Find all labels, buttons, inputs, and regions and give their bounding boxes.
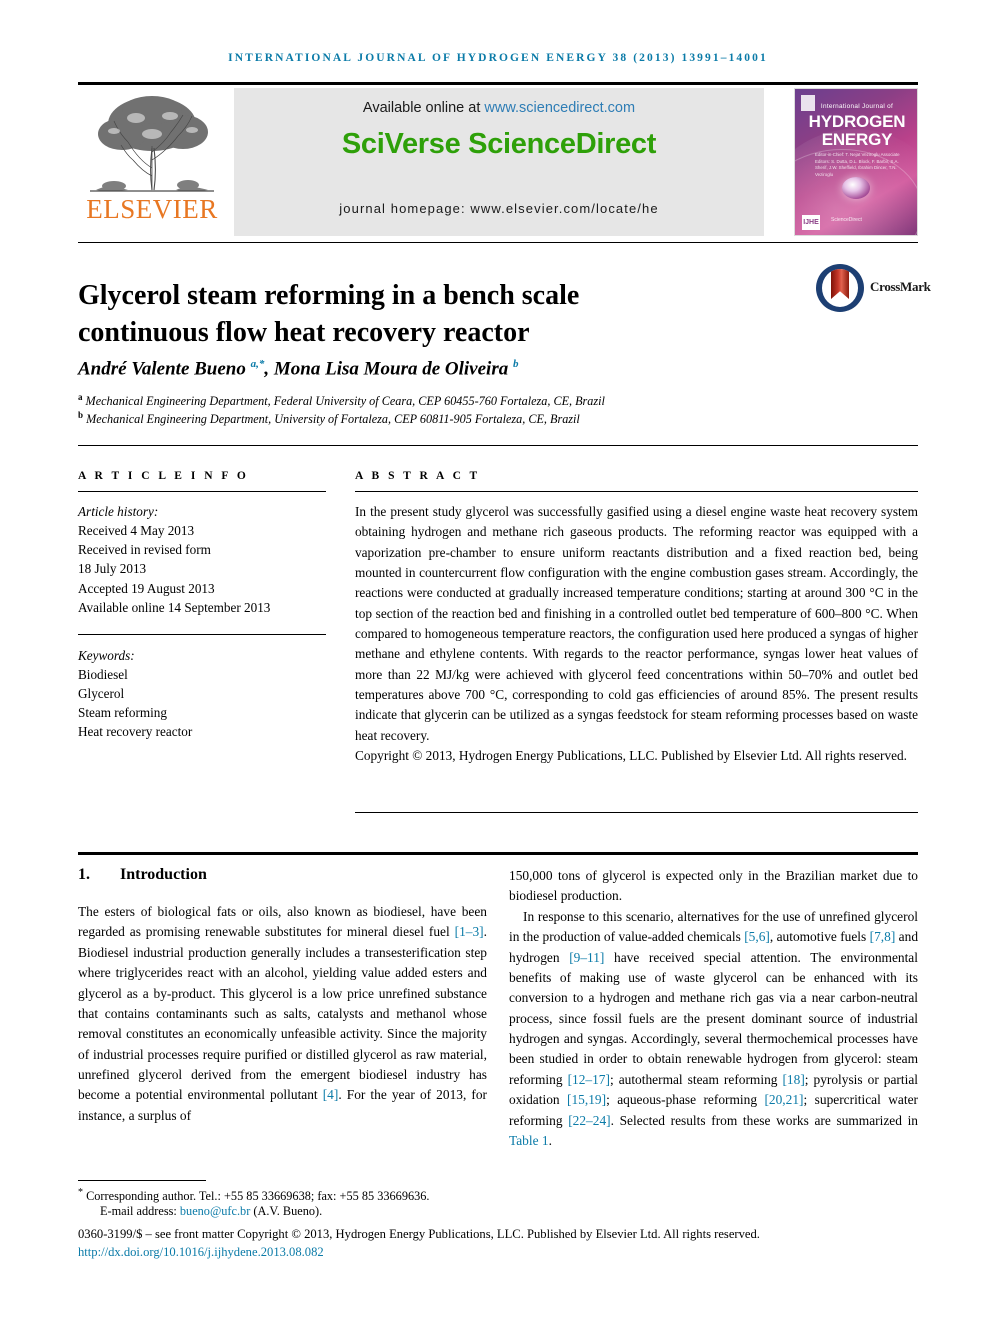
abstract-text: In the present study glycerol was succes… (355, 502, 918, 766)
email-label: E-mail address: (100, 1204, 180, 1218)
body-rule (78, 852, 918, 855)
intro-paragraph-left: The esters of biological fats or oils, a… (78, 902, 487, 1126)
citation-ref-15-19[interactable]: [15,19] (567, 1092, 606, 1107)
para2-part4: have received special attention. The env… (509, 949, 918, 1087)
page-title: Glycerol steam reforming in a bench scal… (78, 279, 580, 349)
citation-ref-4[interactable]: [4] (323, 1087, 339, 1102)
history-item: Accepted 19 August 2013 (78, 580, 215, 596)
sciencedirect-link[interactable]: www.sciencedirect.com (484, 100, 635, 116)
article-info-divider (78, 491, 326, 492)
intro-text-part1: The esters of biological fats or oils, a… (78, 904, 487, 940)
history-item: Received 4 May 2013 (78, 523, 195, 539)
para2-part10: . (548, 1132, 552, 1148)
sciverse-sciencedirect-logo: SciVerse ScienceDirect (341, 128, 657, 160)
crossmark-inner (822, 269, 858, 307)
history-item: Received in revised form (78, 542, 211, 558)
section-title: Introduction (120, 866, 207, 883)
available-online-prefix: Available online at (362, 100, 485, 116)
abstract-copyright: Copyright © 2013, Hydrogen Energy Public… (355, 748, 908, 764)
article-info-column: A R T I C L E I N F O Article history: R… (78, 470, 326, 742)
paper-page: INTERNATIONAL JOURNAL OF HYDROGEN ENERGY… (0, 0, 992, 1323)
para2-part2: , automotive fuels (769, 929, 870, 945)
email-note: E-mail address: bueno@ufc.br (A.V. Bueno… (100, 1203, 530, 1221)
citation-ref-7-8[interactable]: [7,8] (870, 929, 896, 944)
abstract-column: A B S T R A C T In the present study gly… (355, 470, 918, 766)
cover-kicker: International Journal of (820, 103, 894, 110)
doi-link[interactable]: http://dx.doi.org/10.1016/j.ijhydene.201… (78, 1245, 923, 1260)
running-head: INTERNATIONAL JOURNAL OF HYDROGEN ENERGY… (228, 52, 768, 64)
abstract-divider (355, 491, 918, 492)
abstract-heading: A B S T R A C T (355, 470, 481, 482)
masthead: ELSEVIER Available online at www.science… (78, 88, 918, 236)
keyword-item: Heat recovery reactor (78, 724, 193, 740)
history-item: Available online 14 September 2013 (78, 599, 271, 615)
abstract-bottom-rule (355, 812, 918, 813)
corresponding-text: Corresponding author. Tel.: +55 85 33669… (86, 1189, 430, 1204)
issn-copyright-line: 0360-3199/$ – see front matter Copyright… (78, 1227, 760, 1241)
table-1-link[interactable]: Table 1 (509, 1133, 549, 1148)
email-suffix: (A.V. Bueno). (250, 1204, 323, 1218)
email-link[interactable]: bueno@ufc.br (180, 1204, 250, 1218)
cover-ijhe-badge: IJHE (802, 215, 820, 230)
journal-homepage-line[interactable]: journal homepage: www.elsevier.com/locat… (234, 201, 764, 216)
elsevier-tree-icon (90, 96, 214, 192)
info-section-rule (78, 445, 918, 446)
article-history-label: Article history: (78, 504, 159, 519)
elsevier-wordmark: ELSEVIER (86, 194, 218, 224)
intro-text-part2: . Biodiesel industrial production genera… (78, 924, 487, 1103)
abstract-body: In the present study glycerol was succes… (355, 504, 918, 743)
section-heading-introduction: 1. Introduction (78, 866, 487, 884)
sciencedirect-banner: Available online at www.sciencedirect.co… (234, 88, 764, 236)
intro-paragraph-right-continued: 150,000 tons of glycerol is expected onl… (509, 868, 918, 904)
history-item: 18 July 2013 (78, 561, 147, 577)
journal-cover-thumbnail: International Journal of HYDROGEN ENERGY… (794, 88, 918, 236)
citation-ref-18[interactable]: [18] (782, 1072, 804, 1087)
header-rule (78, 82, 918, 85)
keyword-item: Biodiesel (78, 666, 128, 682)
citation-ref-12-17[interactable]: [12–17] (568, 1072, 610, 1087)
available-online-line: Available online at www.sciencedirect.co… (234, 100, 764, 116)
crossmark-bookmark-shape (831, 269, 849, 299)
cover-editors: Editor-in-Chief: T. Nejat Veziroglu Asso… (815, 152, 900, 177)
article-info-heading: A R T I C L E I N F O (78, 470, 249, 482)
body-column-left: 1. Introduction The esters of biological… (78, 866, 487, 1126)
crossmark-badge[interactable]: CrossMark (816, 264, 931, 314)
cover-title-line2: ENERGY (821, 130, 893, 149)
para2-part7: ; aqueous-phase reforming (606, 1092, 765, 1108)
affiliation-a: a Mechanical Engineering Department, Fed… (78, 392, 605, 409)
section-number: 1. (78, 866, 90, 883)
para2-part5: ; autothermal steam reforming (609, 1071, 783, 1087)
elsevier-logo: ELSEVIER (78, 88, 226, 236)
keyword-item: Steam reforming (78, 705, 167, 721)
keywords-label: Keywords: (78, 647, 135, 663)
cover-sciencedirect-mark: ScienceDirect (831, 217, 862, 223)
citation-ref-22-24[interactable]: [22–24] (568, 1113, 610, 1128)
keyword-item: Glycerol (78, 686, 125, 702)
keywords-divider (78, 633, 326, 635)
crossmark-label: CrossMark (870, 279, 931, 294)
citation-ref-5-6[interactable]: [5,6] (744, 929, 770, 944)
citation-ref-9-11[interactable]: [9–11] (569, 950, 604, 965)
footnote-rule (78, 1180, 206, 1181)
cover-orb-graphic (842, 177, 870, 199)
body-column-right: 150,000 tons of glycerol is expected onl… (509, 866, 918, 1151)
citation-ref-20-21[interactable]: [20,21] (764, 1092, 803, 1107)
corresponding-marker: * (78, 1187, 83, 1198)
para2-part9: . Selected results from these works are … (610, 1112, 918, 1128)
affiliation-b: b Mechanical Engineering Department, Uni… (78, 410, 580, 427)
masthead-rule (78, 242, 918, 243)
cover-title-line1: HYDROGEN (808, 112, 906, 131)
citation-ref-1-3[interactable]: [1–3] (455, 924, 484, 939)
intro-paragraph-right-2: In response to this scenario, alternativ… (509, 907, 918, 1152)
author-list: André Valente Bueno a,*, Mona Lisa Moura… (78, 358, 519, 380)
crossmark-icon (816, 264, 864, 312)
